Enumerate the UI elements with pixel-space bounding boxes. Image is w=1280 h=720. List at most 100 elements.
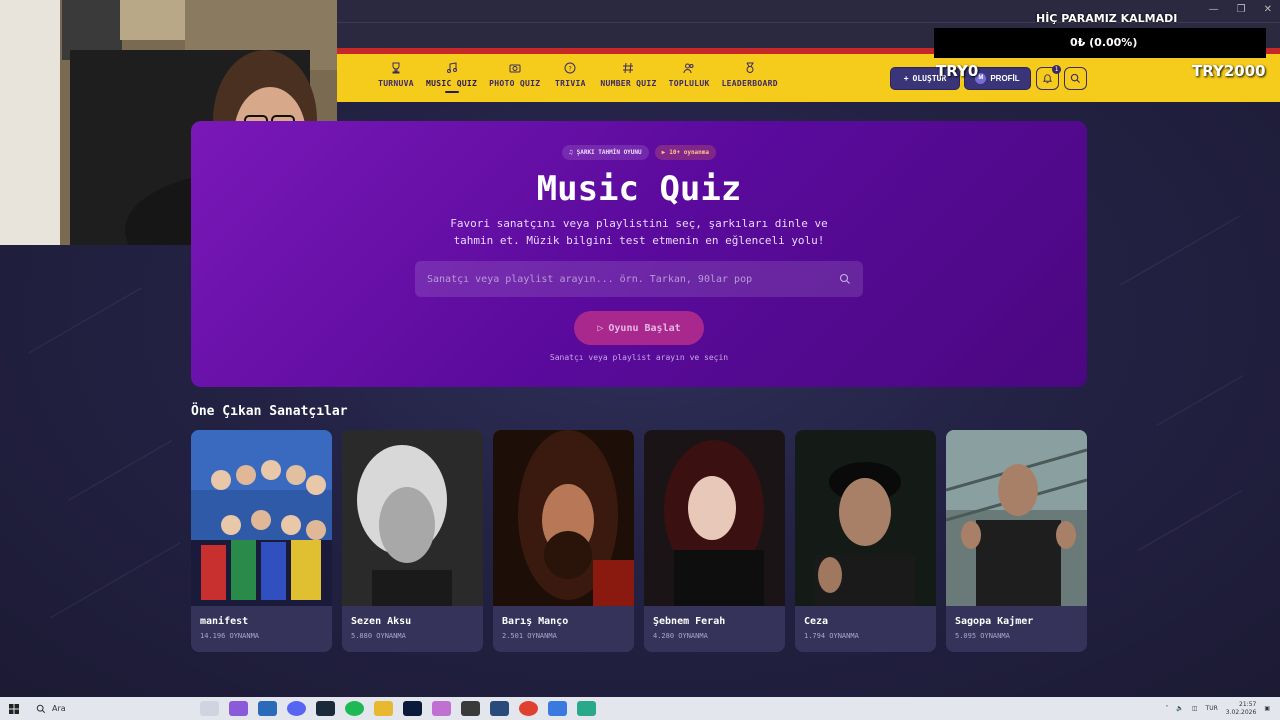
music-quiz-hero: ♫ ŞARKI TAHMİN OYUNU ▶ 10+ oynanma Music… (191, 121, 1087, 387)
artist-photo (342, 430, 483, 606)
search-button[interactable] (1064, 67, 1087, 90)
close-icon[interactable]: ✕ (1264, 4, 1272, 15)
nav-item-music-quiz[interactable]: MUSIC QUIZ (420, 62, 483, 93)
artist-name: Ceza (804, 616, 829, 627)
minecraft-icon[interactable] (461, 701, 480, 716)
language-indicator[interactable]: TUR (1206, 705, 1218, 712)
artist-card[interactable]: Sezen Aksu 5.880 OYNANMA (342, 430, 483, 652)
browser-app-icon[interactable] (548, 701, 567, 716)
artist-plays: 5.095 OYNANMA (955, 632, 1010, 640)
nav-item-leaderboard[interactable]: LEADERBOARD (716, 62, 784, 93)
notification-center-icon[interactable]: ▣ (1264, 705, 1270, 712)
windows-taskbar: Ara ˄ 🔈 ◫ TUR 21:57 3.02.2026 ▣ (0, 697, 1280, 720)
artist-search-input[interactable] (427, 273, 839, 285)
discord-icon[interactable] (287, 701, 306, 716)
plus-icon: + (903, 74, 909, 83)
taskbar-search-label: Ara (52, 704, 66, 713)
background-streak (1137, 490, 1243, 551)
game-app-icon[interactable] (432, 701, 451, 716)
trophy-icon (392, 62, 400, 74)
nav-item-number-quiz[interactable]: NUMBER QUIZ (594, 62, 662, 93)
overlay-left-tag: TRY0 (936, 62, 979, 80)
artist-card[interactable]: Şebnem Ferah 4.280 OYNANMA (644, 430, 785, 652)
featured-artists-title: Öne Çıkan Sanatçılar (191, 404, 348, 419)
artist-card[interactable]: Ceza 1.794 OYNANMA (795, 430, 936, 652)
artist-name: Sagopa Kajmer (955, 616, 1034, 627)
copilot-icon[interactable] (229, 701, 248, 716)
artist-plays: 2.501 OYNANMA (502, 632, 557, 640)
background-streak (67, 440, 173, 501)
windows-logo-icon (9, 703, 19, 714)
question-bubble-icon: ? (564, 62, 576, 74)
speaker-icon[interactable]: 🔈 (1176, 705, 1183, 712)
background-streak (49, 542, 181, 619)
search-icon (839, 273, 850, 284)
window-controls: — ❐ ✕ (1209, 4, 1272, 15)
steam-icon[interactable] (316, 701, 335, 716)
folder-icon[interactable] (374, 701, 393, 716)
profile-label: PROFİL (990, 74, 1020, 83)
hero-pills: ♫ ŞARKI TAHMİN OYUNU ▶ 10+ oynanma (191, 145, 1087, 160)
notifications-button[interactable]: 1 (1036, 65, 1061, 90)
clock[interactable]: 21:57 3.02.2026 (1226, 701, 1257, 717)
background-streak (1119, 215, 1241, 286)
photoshop-icon[interactable] (403, 701, 422, 716)
nav-item-photo-quiz[interactable]: PHOTO QUIZ (483, 62, 546, 93)
minimize-icon[interactable]: — (1209, 4, 1219, 15)
chevron-up-icon[interactable]: ˄ (1165, 705, 1168, 712)
nav-item-turnuva[interactable]: TURNUVA (372, 62, 420, 93)
artist-photo (644, 430, 785, 606)
active-underline (444, 91, 459, 93)
system-tray: ˄ 🔈 ◫ TUR 21:57 3.02.2026 ▣ (1165, 697, 1270, 720)
game-type-label: ŞARKI TAHMİN OYUNU (576, 149, 642, 156)
plays-label: 10+ oynanma (669, 149, 710, 156)
hero-hint: Sanatçı veya playlist arayın ve seçin (549, 353, 729, 362)
start-game-label: Oyunu Başlat (608, 322, 681, 334)
artist-name: Barış Manço (502, 616, 569, 627)
start-game-button[interactable]: ▷ Oyunu Başlat (574, 311, 704, 345)
spotify-icon[interactable] (345, 701, 364, 716)
nav-item-label: TURNUVA (378, 79, 414, 88)
network-icon[interactable]: ◫ (1192, 705, 1198, 712)
artist-plays: 1.794 OYNANMA (804, 632, 859, 640)
hash-icon (623, 62, 634, 74)
play-circle-icon: ▷ (597, 322, 604, 334)
nav-item-label: PHOTO QUIZ (489, 79, 541, 88)
overlay-right-tag: TRY2000 (1192, 62, 1266, 80)
background-streak (28, 287, 142, 354)
search-icon (36, 704, 46, 713)
artist-name: Şebnem Ferah (653, 616, 726, 627)
taskbar-search[interactable]: Ara (28, 697, 186, 720)
featured-artists-list: manifest 14.196 OYNANMA Sezen Aksu 5.880… (191, 430, 1087, 652)
game-type-badge: ♫ ŞARKI TAHMİN OYUNU (561, 145, 649, 160)
camera-icon (509, 64, 521, 73)
plays-badge: ▶ 10+ oynanma (654, 145, 717, 160)
nav-item-label: TOPLULUK (668, 79, 710, 88)
clock-time: 21:57 (1239, 700, 1257, 708)
nav-item-topluluk[interactable]: TOPLULUK (663, 62, 716, 93)
nav-item-label: TRIVIA (554, 79, 586, 88)
clock-date: 3.02.2026 (1225, 708, 1257, 716)
overlay-headline: HİÇ PARAMIZ KALMADI (1036, 12, 1178, 25)
editor-app-icon[interactable] (490, 701, 509, 716)
artist-name: manifest (200, 616, 249, 627)
nav-item-label: LEADERBOARD (721, 79, 778, 88)
restore-icon[interactable]: ❐ (1237, 4, 1246, 15)
artist-plays: 4.280 OYNANMA (653, 632, 708, 640)
overlay-balance: 0₺ (0.00%) (1070, 36, 1138, 49)
start-button[interactable] (0, 697, 28, 720)
artist-name: Sezen Aksu (351, 616, 412, 627)
nav-item-label: MUSIC QUIZ (426, 79, 478, 88)
chat-app-icon[interactable] (577, 701, 596, 716)
background-streak (1156, 375, 1244, 426)
file-explorer-icon[interactable] (258, 701, 277, 716)
nav-item-trivia[interactable]: ? TRIVIA (546, 62, 594, 93)
artist-card[interactable]: manifest 14.196 OYNANMA (191, 430, 332, 652)
artist-card[interactable]: Barış Manço 2.501 OYNANMA (493, 430, 634, 652)
chrome-icon[interactable] (519, 701, 538, 716)
task-view-icon[interactable] (200, 701, 219, 716)
artist-search-box[interactable] (415, 261, 863, 297)
artist-card[interactable]: Sagopa Kajmer 5.095 OYNANMA (946, 430, 1087, 652)
nav-menu: TURNUVA MUSIC QUIZ PHOTO QUIZ ? TRIVIA N… (372, 62, 784, 93)
search-icon (1070, 73, 1081, 84)
